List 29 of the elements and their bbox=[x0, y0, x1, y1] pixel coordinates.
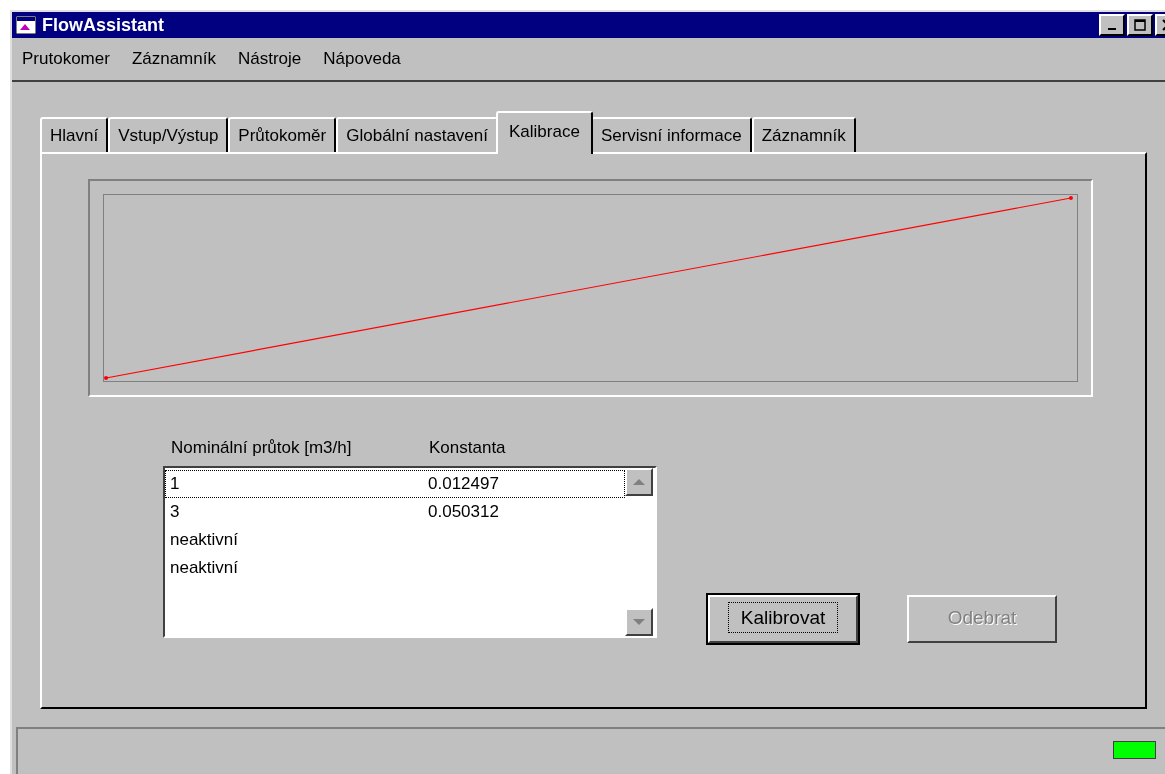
tab[interactable]: Servisní informace bbox=[590, 117, 752, 154]
column-header: Nominální průtok [m3/h] bbox=[171, 436, 353, 459]
scroll-up-button[interactable] bbox=[625, 468, 653, 496]
list-row[interactable]: neaktivní bbox=[165, 526, 625, 554]
maximize-button[interactable] bbox=[1127, 14, 1153, 36]
app-icon bbox=[16, 16, 36, 34]
action-button[interactable]: Kalibrovat bbox=[708, 594, 858, 643]
up-arrow-icon bbox=[633, 478, 645, 486]
maximize-icon bbox=[1134, 19, 1146, 31]
scroll-down-button[interactable] bbox=[625, 608, 653, 636]
menu-item[interactable]: Nástroje bbox=[237, 46, 302, 72]
list-row[interactable]: 1 0.012497 bbox=[165, 470, 625, 498]
list-row[interactable]: neaktivní bbox=[165, 554, 625, 582]
tab[interactable]: Průtokoměr bbox=[228, 117, 337, 154]
list-row[interactable]: 3 0.050312 bbox=[165, 498, 625, 526]
menu-item[interactable]: Nápoveda bbox=[323, 46, 401, 72]
tab[interactable]: Kalibrace bbox=[496, 111, 593, 154]
minimize-button[interactable] bbox=[1099, 14, 1125, 36]
tab[interactable]: Záznamník bbox=[751, 117, 856, 154]
tab[interactable]: Hlavní bbox=[40, 117, 109, 154]
down-arrow-icon bbox=[633, 618, 645, 626]
column-header: Konstanta bbox=[429, 436, 506, 459]
menu-item[interactable]: Prutokomer bbox=[22, 46, 110, 72]
tab[interactable]: Vstup/Výstup bbox=[108, 117, 229, 154]
tab[interactable]: Globální nastavení bbox=[336, 117, 498, 154]
menu-item[interactable]: Záznamník bbox=[131, 46, 216, 72]
calibration-list[interactable]: 1 0.012497 3 0.050312 neaktivní neaktivní bbox=[163, 466, 657, 638]
minimize-icon bbox=[1108, 28, 1116, 30]
window-title: FlowAssistant bbox=[42, 13, 165, 37]
